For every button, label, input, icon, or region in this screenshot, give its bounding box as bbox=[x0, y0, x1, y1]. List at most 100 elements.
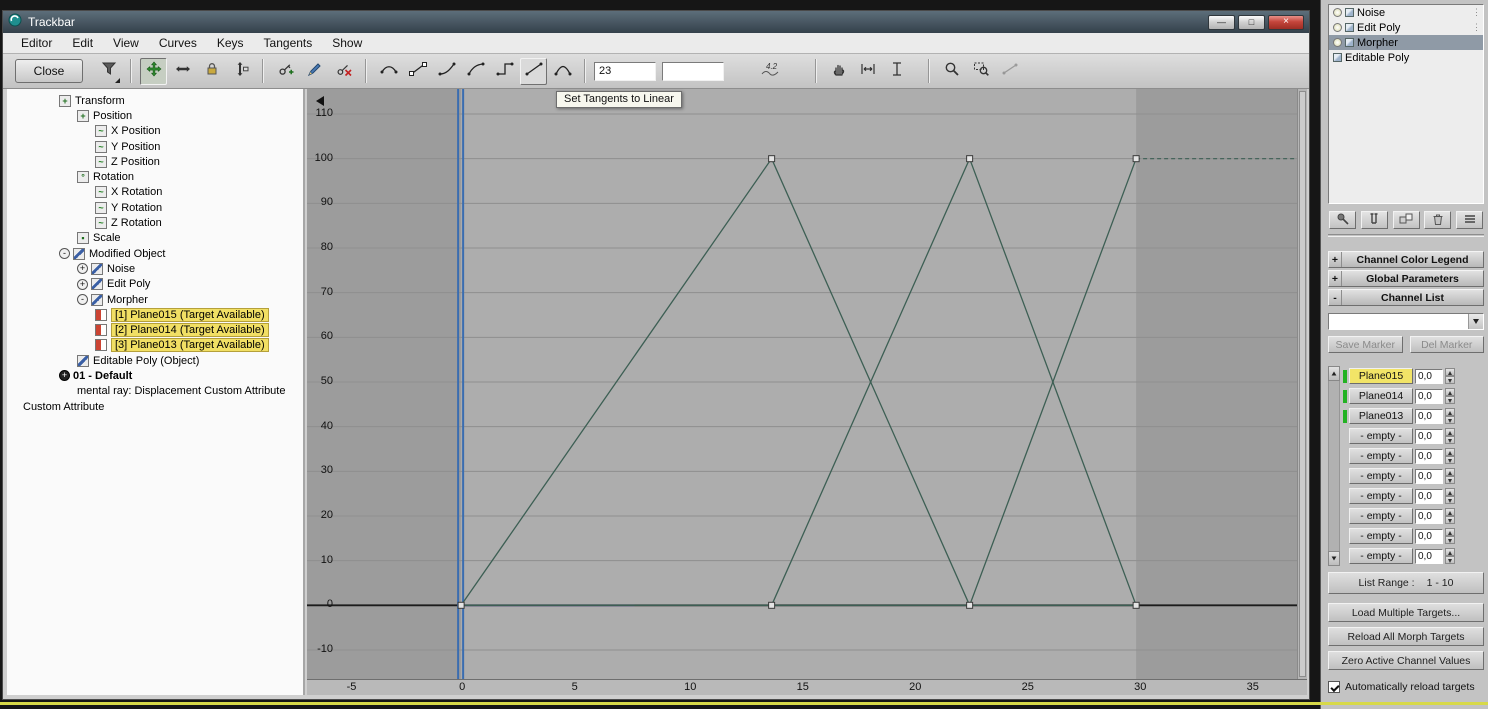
tree-item[interactable]: ~ X Rotation bbox=[7, 185, 303, 200]
menu-view[interactable]: View bbox=[103, 34, 149, 52]
fit-horizontal-extents-button[interactable] bbox=[854, 58, 881, 85]
spinner-up-button[interactable] bbox=[1445, 388, 1455, 396]
tree-item[interactable]: ~ Y Position bbox=[7, 139, 303, 154]
tree-item[interactable]: - Morpher bbox=[7, 292, 303, 307]
tree-item[interactable]: mental ray: Displacement Custom Attribut… bbox=[7, 384, 303, 399]
expander-icon[interactable]: + bbox=[59, 370, 70, 382]
set-tangents-custom-button[interactable] bbox=[404, 58, 431, 85]
key-time-field[interactable] bbox=[594, 61, 656, 81]
add-keys-button[interactable] bbox=[272, 58, 299, 85]
expander-icon[interactable]: - bbox=[59, 248, 70, 260]
curve-graph[interactable] bbox=[307, 89, 1297, 679]
scrollbar-thumb[interactable] bbox=[1299, 91, 1306, 677]
controller-tree[interactable]: + Transform + Position ~ X Position ~ Y Positio… bbox=[7, 89, 305, 695]
tree-item[interactable]: ~ Z Position bbox=[7, 154, 303, 169]
tree-item[interactable]: + Transform bbox=[7, 93, 303, 108]
spinner-down-button[interactable] bbox=[1445, 396, 1455, 404]
set-tangents-auto-button[interactable] bbox=[375, 58, 402, 85]
expander-icon[interactable]: + bbox=[77, 278, 88, 290]
marker-dropdown[interactable] bbox=[1328, 313, 1484, 330]
spinner-up-button[interactable] bbox=[1445, 508, 1455, 516]
morph-channel-button[interactable]: - empty - bbox=[1349, 468, 1413, 484]
tree-item[interactable]: Editable Poly (Object) bbox=[7, 353, 303, 368]
tree-item[interactable]: ~ Z Rotation bbox=[7, 215, 303, 230]
tree-item[interactable]: + Edit Poly bbox=[7, 277, 303, 292]
morph-channel-button[interactable]: - empty - bbox=[1349, 508, 1413, 524]
spinner-down-button[interactable] bbox=[1445, 516, 1455, 524]
scroll-down-button[interactable] bbox=[1328, 551, 1340, 566]
minimize-button[interactable]: — bbox=[1208, 14, 1235, 30]
tree-item[interactable]: ~ Y Rotation bbox=[7, 200, 303, 215]
channel-value-field[interactable]: 0,0 bbox=[1415, 468, 1443, 484]
menu-editor[interactable]: Editor bbox=[11, 34, 62, 52]
channel-value-field[interactable]: 0,0 bbox=[1415, 548, 1443, 564]
channel-value-field[interactable]: 0,0 bbox=[1415, 488, 1443, 504]
time-ruler[interactable]: -5 0 5 10 15 20 25 30 35 bbox=[307, 679, 1307, 695]
tree-item[interactable]: [3] Plane013 (Target Available) bbox=[7, 338, 303, 353]
channel-value-field[interactable]: 0,0 bbox=[1415, 528, 1443, 544]
tree-item[interactable]: +01 - Default bbox=[7, 368, 303, 383]
delete-keys-button[interactable] bbox=[330, 58, 357, 85]
menu-show[interactable]: Show bbox=[322, 34, 372, 52]
set-tangents-linear-button[interactable] bbox=[520, 57, 547, 85]
bulb-icon[interactable] bbox=[1333, 38, 1342, 47]
spinner-down-button[interactable] bbox=[1445, 496, 1455, 504]
tree-item[interactable]: Custom Attribute bbox=[7, 399, 303, 414]
stack-item-edit-poly[interactable]: Edit Poly ⋮ bbox=[1329, 20, 1483, 35]
scroll-up-button[interactable] bbox=[1328, 366, 1340, 381]
rollout-global-parameters[interactable]: + Global Parameters bbox=[1328, 270, 1484, 287]
spinner-up-button[interactable] bbox=[1445, 488, 1455, 496]
zoom-selected-button[interactable] bbox=[996, 58, 1023, 85]
stack-item-editable-poly[interactable]: Editable Poly bbox=[1329, 50, 1483, 65]
spinner-down-button[interactable] bbox=[1445, 376, 1455, 384]
spinner-up-button[interactable] bbox=[1445, 428, 1455, 436]
stack-item-morpher[interactable]: Morpher bbox=[1329, 35, 1483, 50]
tree-item[interactable]: ▪ Scale bbox=[7, 231, 303, 246]
zero-active-channel-values-button[interactable]: Zero Active Channel Values bbox=[1328, 651, 1484, 670]
move-keys-horizontal-button[interactable] bbox=[169, 58, 196, 85]
expander-icon[interactable]: + bbox=[77, 263, 88, 275]
expander-icon[interactable]: - bbox=[77, 294, 88, 305]
bulb-icon[interactable] bbox=[1333, 23, 1342, 32]
auto-reload-checkbox[interactable] bbox=[1328, 681, 1340, 693]
modifier-stack[interactable]: Noise ⋮ Edit Poly ⋮ Morpher Editable Poly bbox=[1328, 4, 1484, 204]
channel-value-field[interactable]: 0,0 bbox=[1415, 408, 1443, 424]
set-tangents-slow-button[interactable] bbox=[462, 58, 489, 85]
rollout-expand-icon[interactable]: + bbox=[1329, 252, 1342, 267]
scale-keys-button[interactable] bbox=[227, 58, 254, 85]
tree-item[interactable]: ~ X Position bbox=[7, 124, 303, 139]
menu-keys[interactable]: Keys bbox=[207, 34, 254, 52]
channel-value-field[interactable]: 0,0 bbox=[1415, 428, 1443, 444]
spinner-up-button[interactable] bbox=[1445, 368, 1455, 376]
zoom-button[interactable] bbox=[938, 58, 965, 85]
spinner-up-button[interactable] bbox=[1445, 408, 1455, 416]
morph-channel-button[interactable]: - empty - bbox=[1349, 548, 1413, 564]
load-multiple-targets-button[interactable]: Load Multiple Targets... bbox=[1328, 603, 1484, 622]
key-marker[interactable] bbox=[966, 601, 974, 609]
tree-item[interactable]: [1] Plane015 (Target Available) bbox=[7, 307, 303, 322]
fit-value-extents-button[interactable] bbox=[883, 58, 910, 85]
title-bar[interactable]: Trackbar — □ × bbox=[3, 11, 1309, 33]
tree-item[interactable]: + Noise bbox=[7, 261, 303, 276]
collapse-arrow-icon[interactable] bbox=[316, 96, 324, 106]
key-marker[interactable] bbox=[1132, 155, 1140, 163]
spinner-down-button[interactable] bbox=[1445, 476, 1455, 484]
set-tangents-step-button[interactable] bbox=[491, 58, 518, 85]
rollout-expand-icon[interactable]: + bbox=[1329, 271, 1342, 286]
bulb-icon[interactable] bbox=[1333, 8, 1342, 17]
slide-keys-button[interactable] bbox=[198, 58, 225, 85]
spinner-down-button[interactable] bbox=[1445, 536, 1455, 544]
zoom-region-button[interactable] bbox=[967, 58, 994, 85]
draw-curves-button[interactable] bbox=[301, 58, 328, 85]
spinner-down-button[interactable] bbox=[1445, 416, 1455, 424]
morph-channel-button[interactable]: Plane014 bbox=[1349, 388, 1413, 404]
morph-channel-button[interactable]: - empty - bbox=[1349, 488, 1413, 504]
morph-channel-button[interactable]: - empty - bbox=[1349, 528, 1413, 544]
remove-modifier-button[interactable] bbox=[1424, 211, 1452, 229]
filter-button[interactable] bbox=[95, 58, 122, 85]
spinner-up-button[interactable] bbox=[1445, 548, 1455, 556]
channel-value-field[interactable]: 0,0 bbox=[1415, 508, 1443, 524]
configure-modifier-sets-button[interactable] bbox=[1456, 211, 1483, 229]
close-window-button[interactable]: × bbox=[1268, 14, 1304, 30]
spinner-up-button[interactable] bbox=[1445, 528, 1455, 536]
